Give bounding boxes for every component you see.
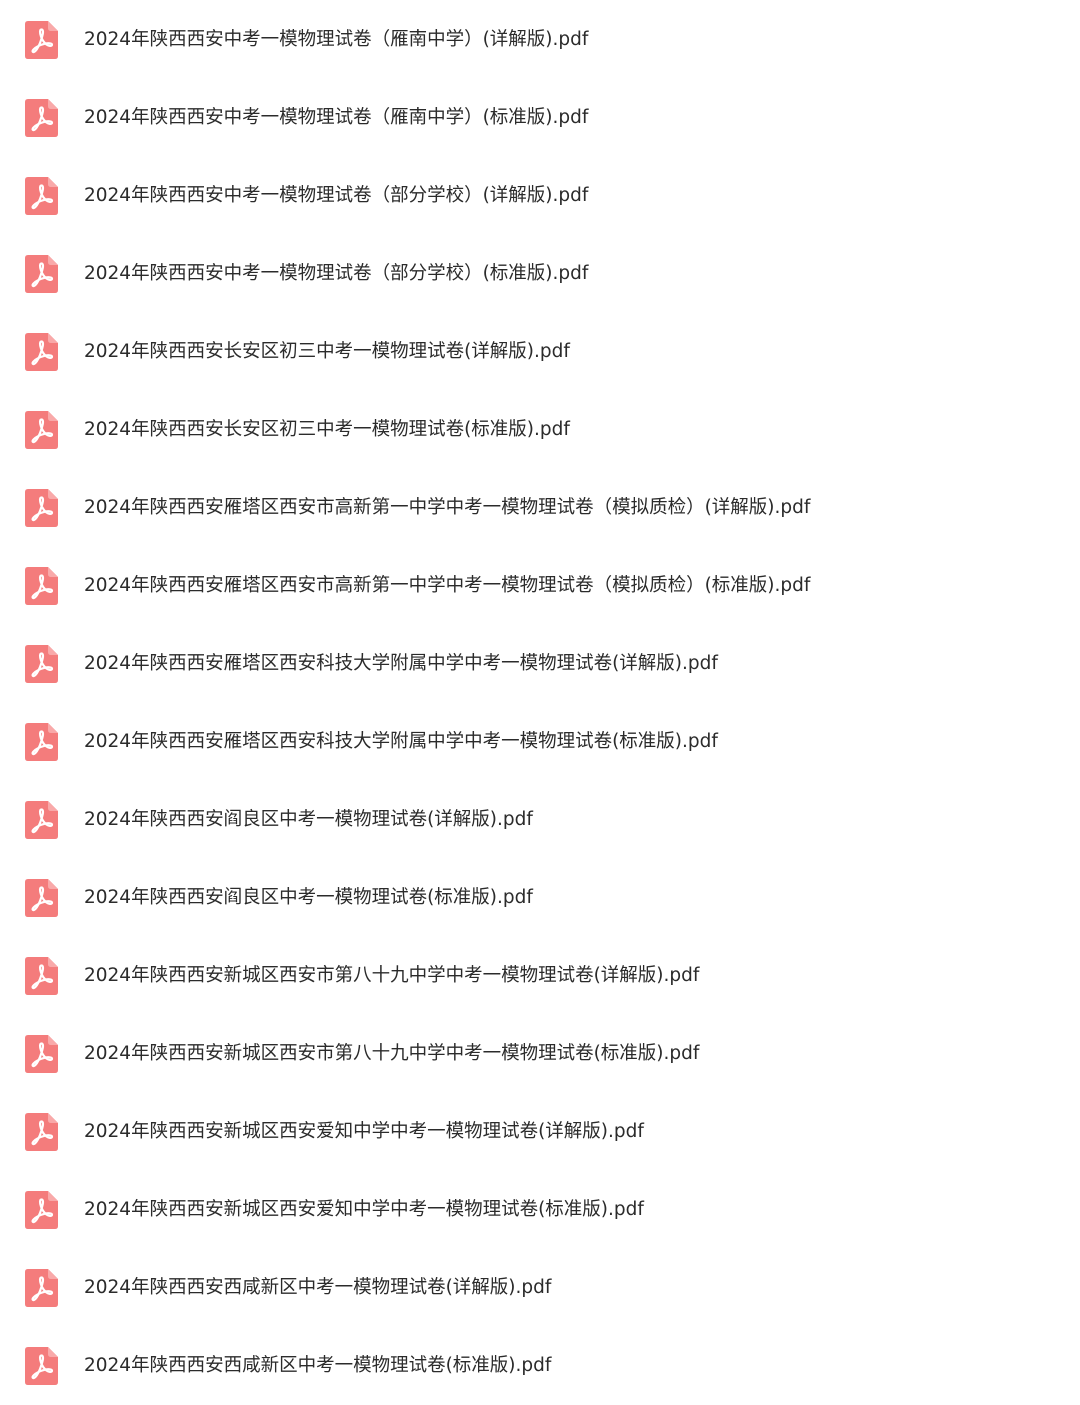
pdf-file-icon: [25, 723, 58, 761]
pdf-file-icon: [25, 645, 58, 683]
file-name: 2024年陕西西安新城区西安爱知中学中考一模物理试卷(标准版).pdf: [84, 1199, 644, 1220]
file-name: 2024年陕西西安新城区西安爱知中学中考一模物理试卷(详解版).pdf: [84, 1121, 644, 1142]
file-list-item[interactable]: 2024年陕西西安中考一模物理试卷（雁南中学）(详解版).pdf: [0, 1, 1080, 79]
file-name: 2024年陕西西安长安区初三中考一模物理试卷(标准版).pdf: [84, 419, 570, 440]
file-list-item[interactable]: 2024年陕西西安新城区西安市第八十九中学中考一模物理试卷(标准版).pdf: [0, 1015, 1080, 1093]
pdf-file-icon: [25, 1113, 58, 1151]
pdf-file-icon: [25, 255, 58, 293]
file-name: 2024年陕西西安西咸新区中考一模物理试卷(详解版).pdf: [84, 1277, 552, 1298]
pdf-file-icon: [25, 177, 58, 215]
file-name: 2024年陕西西安西咸新区中考一模物理试卷(标准版).pdf: [84, 1355, 552, 1376]
pdf-file-icon: [25, 1269, 58, 1307]
pdf-file-icon: [25, 801, 58, 839]
file-name: 2024年陕西西安雁塔区西安科技大学附属中学中考一模物理试卷(详解版).pdf: [84, 653, 718, 674]
file-list-item[interactable]: 2024年陕西西安长安区初三中考一模物理试卷(详解版).pdf: [0, 313, 1080, 391]
pdf-file-icon: [25, 879, 58, 917]
file-name: 2024年陕西西安阎良区中考一模物理试卷(详解版).pdf: [84, 809, 533, 830]
pdf-file-icon: [25, 567, 58, 605]
file-list-item[interactable]: 2024年陕西西安阎良区中考一模物理试卷(详解版).pdf: [0, 781, 1080, 859]
file-list-item[interactable]: 2024年陕西西安新城区西安爱知中学中考一模物理试卷(标准版).pdf: [0, 1171, 1080, 1249]
file-name: 2024年陕西西安长安区初三中考一模物理试卷(详解版).pdf: [84, 341, 570, 362]
file-name: 2024年陕西西安中考一模物理试卷（部分学校）(详解版).pdf: [84, 185, 589, 206]
file-name: 2024年陕西西安新城区西安市第八十九中学中考一模物理试卷(标准版).pdf: [84, 1043, 700, 1064]
pdf-file-icon: [25, 1347, 58, 1385]
pdf-file-icon: [25, 957, 58, 995]
pdf-file-icon: [25, 21, 58, 59]
file-list-item[interactable]: 2024年陕西西安阎良区中考一模物理试卷(标准版).pdf: [0, 859, 1080, 937]
file-name: 2024年陕西西安雁塔区西安科技大学附属中学中考一模物理试卷(标准版).pdf: [84, 731, 718, 752]
file-list-item[interactable]: 2024年陕西西安西咸新区中考一模物理试卷(详解版).pdf: [0, 1249, 1080, 1327]
file-name: 2024年陕西西安新城区西安市第八十九中学中考一模物理试卷(详解版).pdf: [84, 965, 700, 986]
file-list-item[interactable]: 2024年陕西西安长安区初三中考一模物理试卷(标准版).pdf: [0, 391, 1080, 469]
pdf-file-icon: [25, 1035, 58, 1073]
file-list-item[interactable]: 2024年陕西西安雁塔区西安市高新第一中学中考一模物理试卷（模拟质检）(详解版)…: [0, 469, 1080, 547]
file-list: 2024年陕西西安中考一模物理试卷（雁南中学）(详解版).pdf 2024年陕西…: [0, 0, 1080, 1400]
pdf-file-icon: [25, 333, 58, 371]
file-name: 2024年陕西西安中考一模物理试卷（雁南中学）(标准版).pdf: [84, 107, 589, 128]
file-list-item[interactable]: 2024年陕西西安新城区西安爱知中学中考一模物理试卷(详解版).pdf: [0, 1093, 1080, 1171]
file-list-item[interactable]: 2024年陕西西安新城区西安市第八十九中学中考一模物理试卷(详解版).pdf: [0, 937, 1080, 1015]
file-list-item[interactable]: 2024年陕西西安中考一模物理试卷（雁南中学）(标准版).pdf: [0, 79, 1080, 157]
file-name: 2024年陕西西安雁塔区西安市高新第一中学中考一模物理试卷（模拟质检）(标准版)…: [84, 575, 811, 596]
file-list-item[interactable]: 2024年陕西西安中考一模物理试卷（部分学校）(详解版).pdf: [0, 157, 1080, 235]
pdf-file-icon: [25, 411, 58, 449]
file-list-item[interactable]: 2024年陕西西安雁塔区西安科技大学附属中学中考一模物理试卷(详解版).pdf: [0, 625, 1080, 703]
file-name: 2024年陕西西安中考一模物理试卷（雁南中学）(详解版).pdf: [84, 29, 589, 50]
file-list-item[interactable]: 2024年陕西西安中考一模物理试卷（部分学校）(标准版).pdf: [0, 235, 1080, 313]
pdf-file-icon: [25, 489, 58, 527]
pdf-file-icon: [25, 99, 58, 137]
pdf-file-icon: [25, 1191, 58, 1229]
file-name: 2024年陕西西安中考一模物理试卷（部分学校）(标准版).pdf: [84, 263, 589, 284]
file-list-item[interactable]: 2024年陕西西安雁塔区西安科技大学附属中学中考一模物理试卷(标准版).pdf: [0, 703, 1080, 781]
file-list-item[interactable]: 2024年陕西西安西咸新区中考一模物理试卷(标准版).pdf: [0, 1327, 1080, 1405]
file-list-item[interactable]: 2024年陕西西安雁塔区西安市高新第一中学中考一模物理试卷（模拟质检）(标准版)…: [0, 547, 1080, 625]
file-name: 2024年陕西西安雁塔区西安市高新第一中学中考一模物理试卷（模拟质检）(详解版)…: [84, 497, 811, 518]
file-name: 2024年陕西西安阎良区中考一模物理试卷(标准版).pdf: [84, 887, 533, 908]
